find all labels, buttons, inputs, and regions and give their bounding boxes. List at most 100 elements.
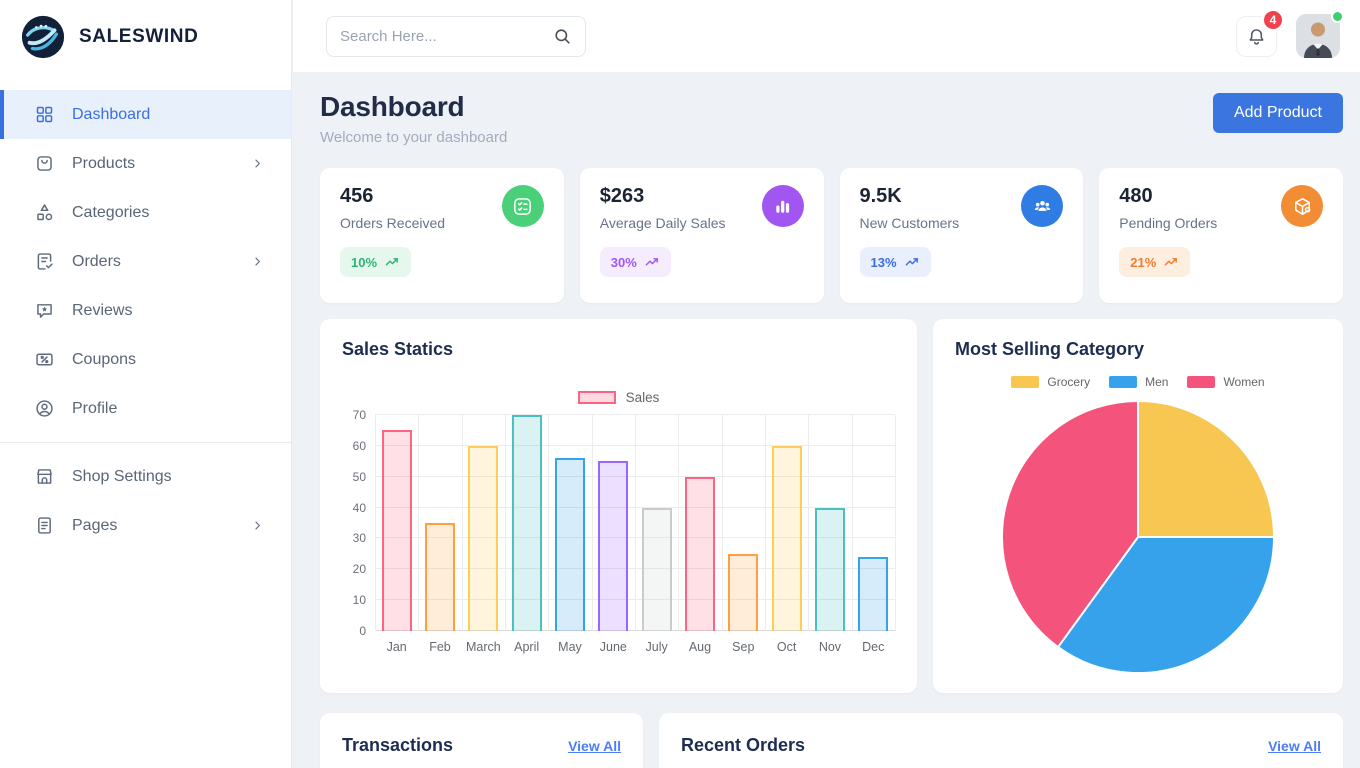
stat-card-pending-orders: 480 Pending Orders 21% [1099, 168, 1343, 303]
stat-change-value: 21% [1130, 255, 1156, 270]
stat-change-badge: 10% [340, 247, 411, 277]
box-icon [1281, 185, 1323, 227]
stat-label: Orders Received [340, 215, 445, 231]
sales-bar-chart: Sales 010203040506070 JanFebMarchAprilMa… [342, 390, 895, 654]
checklist-icon [502, 185, 544, 227]
y-tick-label: 40 [353, 501, 366, 515]
sidebar-item-label: Products [72, 155, 135, 173]
stat-value: 9.5K [860, 185, 960, 208]
sidebar-item-orders[interactable]: Orders [0, 237, 291, 286]
legend-swatch [1011, 376, 1039, 388]
bar-jan [382, 430, 412, 631]
main-content: Dashboard Welcome to your dashboard Add … [293, 73, 1360, 768]
x-tick-label: July [635, 640, 678, 654]
storefront-icon [34, 466, 55, 487]
y-tick-label: 0 [359, 624, 366, 638]
user-circle-icon [34, 398, 55, 419]
stats-row: 456 Orders Received 10% $263 Average Dai… [320, 168, 1343, 303]
stat-change-value: 13% [871, 255, 897, 270]
add-product-button[interactable]: Add Product [1213, 93, 1343, 133]
trend-up-icon [384, 254, 400, 270]
notifications-button[interactable]: 4 [1236, 16, 1277, 57]
review-icon [34, 300, 55, 321]
legend-label: Grocery [1047, 375, 1090, 389]
coupon-icon [34, 349, 55, 370]
y-axis: 010203040506070 [342, 415, 375, 631]
legend-label: Women [1223, 375, 1264, 389]
topbar: 4 [293, 0, 1360, 73]
shopping-bag-icon [34, 153, 55, 174]
sidebar-item-label: Categories [72, 204, 149, 222]
y-tick-label: 20 [353, 562, 366, 576]
trend-up-icon [1163, 254, 1179, 270]
recent-orders-view-all-link[interactable]: View All [1268, 738, 1321, 754]
transactions-title: Transactions [342, 735, 453, 756]
x-tick-label: May [548, 640, 591, 654]
bar-sep [728, 554, 758, 631]
brand-logo-icon [20, 14, 66, 60]
most-selling-category-card: Most Selling Category Grocery Men Women [933, 319, 1343, 693]
y-tick-label: 70 [353, 408, 366, 422]
y-tick-label: 50 [353, 470, 366, 484]
sidebar-item-shop-settings[interactable]: Shop Settings [0, 452, 291, 501]
x-tick-label: Nov [808, 640, 851, 654]
stat-value: 456 [340, 185, 445, 208]
bar-june [598, 461, 628, 631]
pie-legend-item-grocery: Grocery [1011, 375, 1090, 389]
stat-value: 480 [1119, 185, 1217, 208]
sidebar-item-profile[interactable]: Profile [0, 384, 291, 433]
bar-feb [425, 523, 455, 631]
pie-legend-item-men: Men [1109, 375, 1168, 389]
order-check-icon [34, 251, 55, 272]
search-input[interactable] [340, 28, 545, 45]
notification-badge: 4 [1262, 9, 1284, 31]
sales-chart-title: Sales Statics [342, 339, 895, 360]
chevron-right-icon [250, 254, 265, 269]
x-tick-label: Sep [722, 640, 765, 654]
sidebar-item-pages[interactable]: Pages [0, 501, 291, 550]
sidebar-item-coupons[interactable]: Coupons [0, 335, 291, 384]
pie-legend: Grocery Men Women [955, 375, 1321, 389]
transactions-card: Transactions View All [320, 713, 643, 768]
stat-label: New Customers [860, 215, 960, 231]
bar-july [642, 508, 672, 631]
bar-aug [685, 477, 715, 631]
x-tick-label: Aug [678, 640, 721, 654]
legend-swatch [1109, 376, 1137, 388]
bar-april [512, 415, 542, 631]
category-icon [34, 202, 55, 223]
sales-statics-card: Sales Statics Sales 010203040506070 JanF… [320, 319, 917, 693]
brand-name: SALESWIND [79, 26, 198, 48]
sidebar-item-label: Profile [72, 400, 117, 418]
stat-label: Pending Orders [1119, 215, 1217, 231]
sidebar-item-label: Coupons [72, 351, 136, 369]
legend-swatch [578, 391, 616, 404]
sidebar-item-dashboard[interactable]: Dashboard [0, 90, 291, 139]
chevron-right-icon [250, 156, 265, 171]
plot-area [375, 415, 895, 631]
search-icon[interactable] [553, 27, 572, 46]
sidebar-item-label: Shop Settings [72, 468, 172, 486]
sidebar-item-reviews[interactable]: Reviews [0, 286, 291, 335]
sidebar-item-label: Orders [72, 253, 121, 271]
trend-up-icon [904, 254, 920, 270]
sidebar-item-categories[interactable]: Categories [0, 188, 291, 237]
online-status-dot [1331, 10, 1344, 23]
page-title: Dashboard [320, 91, 507, 123]
sidebar-item-products[interactable]: Products [0, 139, 291, 188]
stat-change-value: 30% [611, 255, 637, 270]
y-tick-label: 60 [353, 439, 366, 453]
sidebar-nav-primary: Dashboard Products Categories Orders Rev… [0, 90, 291, 433]
bell-icon [1246, 26, 1267, 47]
stat-change-value: 10% [351, 255, 377, 270]
bar-nov [815, 508, 845, 631]
sidebar-divider [0, 442, 291, 443]
sidebar-item-label: Dashboard [72, 106, 150, 124]
x-tick-label: April [505, 640, 548, 654]
category-chart-title: Most Selling Category [955, 339, 1321, 360]
chevron-right-icon [250, 518, 265, 533]
pie-legend-item-women: Women [1187, 375, 1264, 389]
transactions-view-all-link[interactable]: View All [568, 738, 621, 754]
sidebar-item-label: Reviews [72, 302, 132, 320]
x-tick-label: June [592, 640, 635, 654]
